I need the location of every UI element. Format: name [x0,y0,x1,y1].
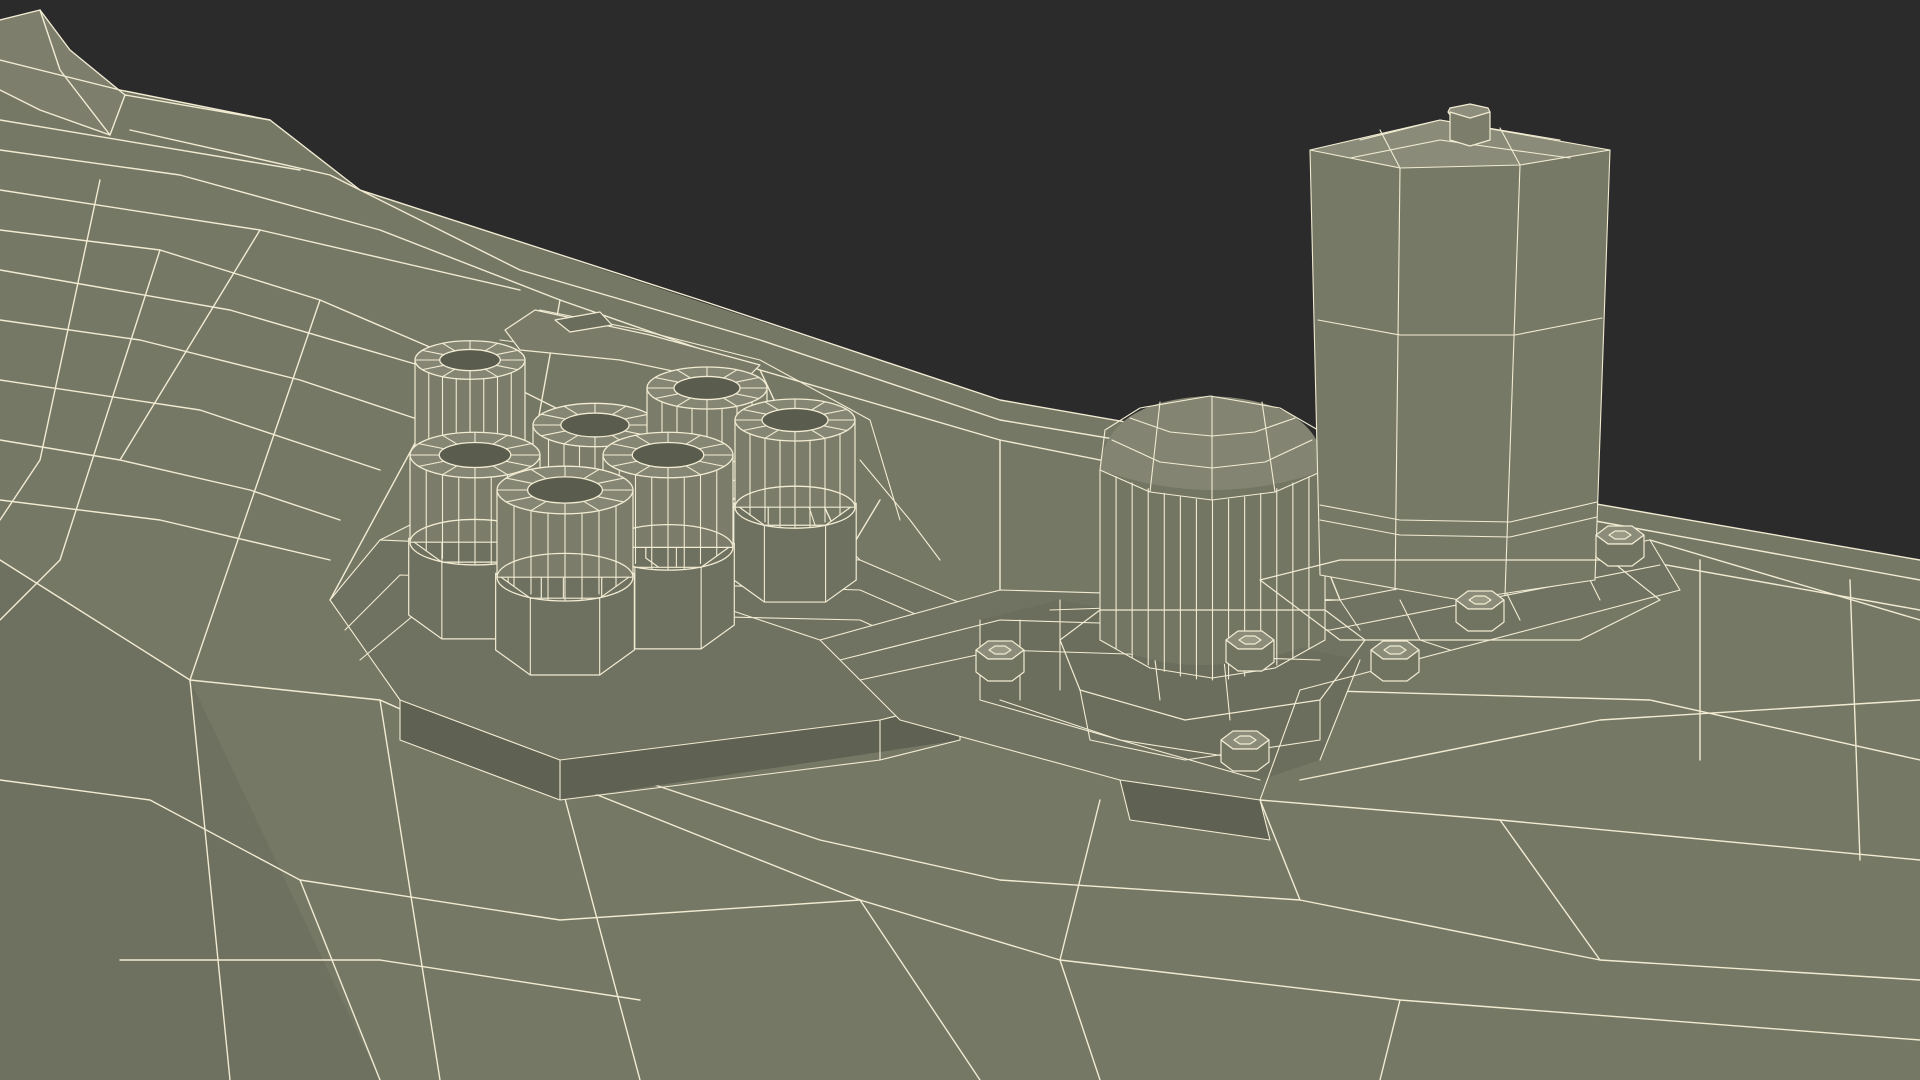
hex-bolt [975,640,1025,682]
bitt-cylinder [495,465,635,676]
bolt-inner [988,645,1012,655]
bolt-inner [1238,635,1262,645]
bolt-inner [1468,595,1492,605]
hex-bolt [1455,590,1505,632]
render-viewport [0,0,1920,1080]
wireframe-render [0,0,1920,1080]
hex-bolt [1225,630,1275,672]
hex-bolt [1595,525,1645,567]
bitt-bore [438,441,512,469]
bolt-inner [1608,530,1632,540]
bolt-inner [1383,645,1407,655]
bolt-inner [1233,735,1257,745]
bitt-bore [526,476,604,504]
bitt-bore [631,441,705,469]
bitt-bore [439,348,501,372]
bitt-bore [673,375,741,401]
hex-bolt [1220,730,1270,772]
hex-bolt [1370,640,1420,682]
bitt-bore [761,407,829,433]
bitt-cylinder [733,398,857,603]
bitt-bore [560,412,630,438]
